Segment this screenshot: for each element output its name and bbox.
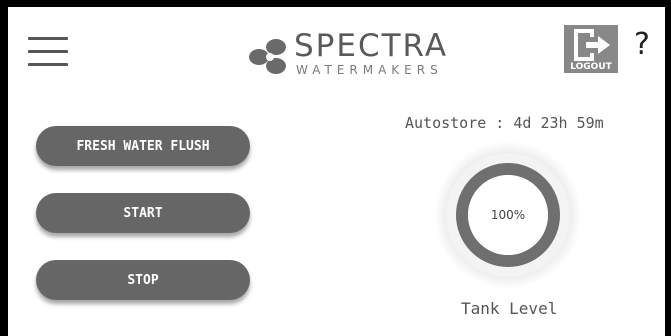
hamburger-menu-icon[interactable] xyxy=(28,37,68,69)
tank-level-percent: 100% xyxy=(491,208,525,222)
tank-level-label: Tank Level xyxy=(461,299,558,318)
header: SPECTRA WATERMAKERS LOGOUT ? xyxy=(8,7,665,87)
propeller-logo-icon xyxy=(249,39,286,74)
logout-arrow-icon xyxy=(574,29,610,61)
tank-level-gauge: 100% xyxy=(434,141,582,289)
app-frame: SPECTRA WATERMAKERS LOGOUT ? FRESH WATER… xyxy=(8,7,665,336)
logout-label: LOGOUT xyxy=(570,62,612,72)
fresh-water-flush-button[interactable]: FRESH WATER FLUSH xyxy=(36,126,250,166)
stop-button[interactable]: STOP xyxy=(36,260,250,300)
brand-name: SPECTRA xyxy=(294,28,449,64)
brand-subtitle: WATERMAKERS xyxy=(296,63,443,77)
logout-button[interactable]: LOGOUT xyxy=(564,25,618,73)
help-button[interactable]: ? xyxy=(634,27,650,62)
start-button[interactable]: START xyxy=(36,193,250,233)
autostore-status: Autostore : 4d 23h 59m xyxy=(405,114,604,132)
